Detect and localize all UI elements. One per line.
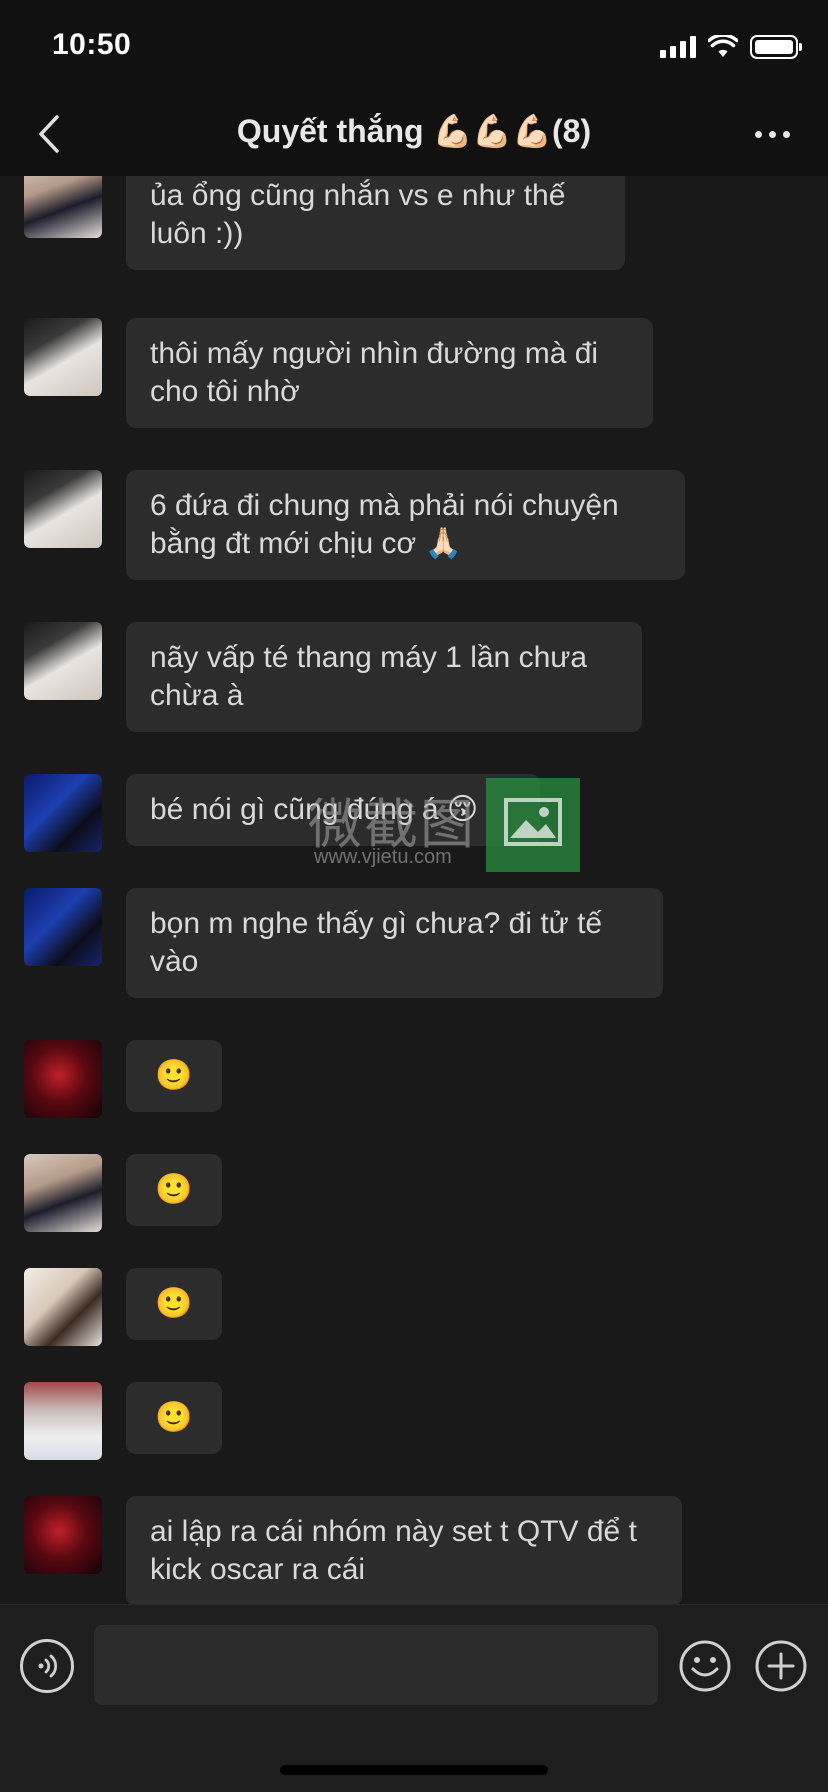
input-bar [0,1604,828,1792]
more-icon [754,130,762,138]
message-list[interactable]: ủa ổng cũng nhắn vs e như thế luôn :)) t… [0,176,828,1604]
battery-icon [750,35,802,59]
wifi-icon [708,35,738,57]
emoji-button[interactable] [678,1639,732,1693]
status-bar: 10:50 [0,0,828,92]
watermark-url: www.vjietu.com [314,846,452,868]
status-time: 10:50 [52,28,132,61]
message-bubble[interactable]: bọn m nghe thấy gì chưa? đi tử tế vào [126,888,663,998]
avatar[interactable] [24,1268,102,1346]
chat-title: Quyết thắng 💪🏻💪🏻💪🏻(8) [236,113,592,149]
home-indicator [280,1765,548,1775]
message-bubble[interactable]: bé nói gì cũng đúng á 😚 [126,774,540,846]
message-bubble[interactable]: 🙂 [126,1040,222,1112]
status-icons [660,32,802,62]
voice-icon [38,1654,58,1678]
signal-icon [660,36,696,58]
avatar[interactable] [24,470,102,548]
message-bubble[interactable]: nãy vấp té thang máy 1 lần chưa chừa à [126,622,642,732]
avatar[interactable] [24,622,102,700]
more-button[interactable] [740,106,804,162]
message-bubble[interactable]: ủa ổng cũng nhắn vs e như thế luôn :)) [126,176,625,270]
emoji-icon [679,1640,731,1692]
chat-header: Quyết thắng 💪🏻💪🏻💪🏻(8) [0,92,828,176]
avatar[interactable] [24,1154,102,1232]
avatar[interactable] [24,1382,102,1460]
message-bubble[interactable]: 🙂 [126,1154,222,1226]
avatar[interactable] [24,888,102,966]
plus-button[interactable] [754,1639,808,1693]
avatar[interactable] [24,1496,102,1574]
avatar[interactable] [24,318,102,396]
voice-button[interactable] [20,1639,74,1693]
message-bubble[interactable]: 🙂 [126,1382,222,1454]
message-bubble[interactable]: 6 đứa đi chung mà phải nói chuyện bằng đ… [126,470,685,580]
message-input[interactable] [94,1625,658,1705]
avatar[interactable] [24,774,102,852]
avatar[interactable] [24,1040,102,1118]
avatar[interactable] [24,176,102,238]
message-bubble[interactable]: thôi mấy người nhìn đường mà đi cho tôi … [126,318,653,428]
plus-icon [755,1640,807,1692]
message-bubble[interactable]: 🙂 [126,1268,222,1340]
message-bubble[interactable]: ai lập ra cái nhóm này set t QTV để t ki… [126,1496,682,1604]
